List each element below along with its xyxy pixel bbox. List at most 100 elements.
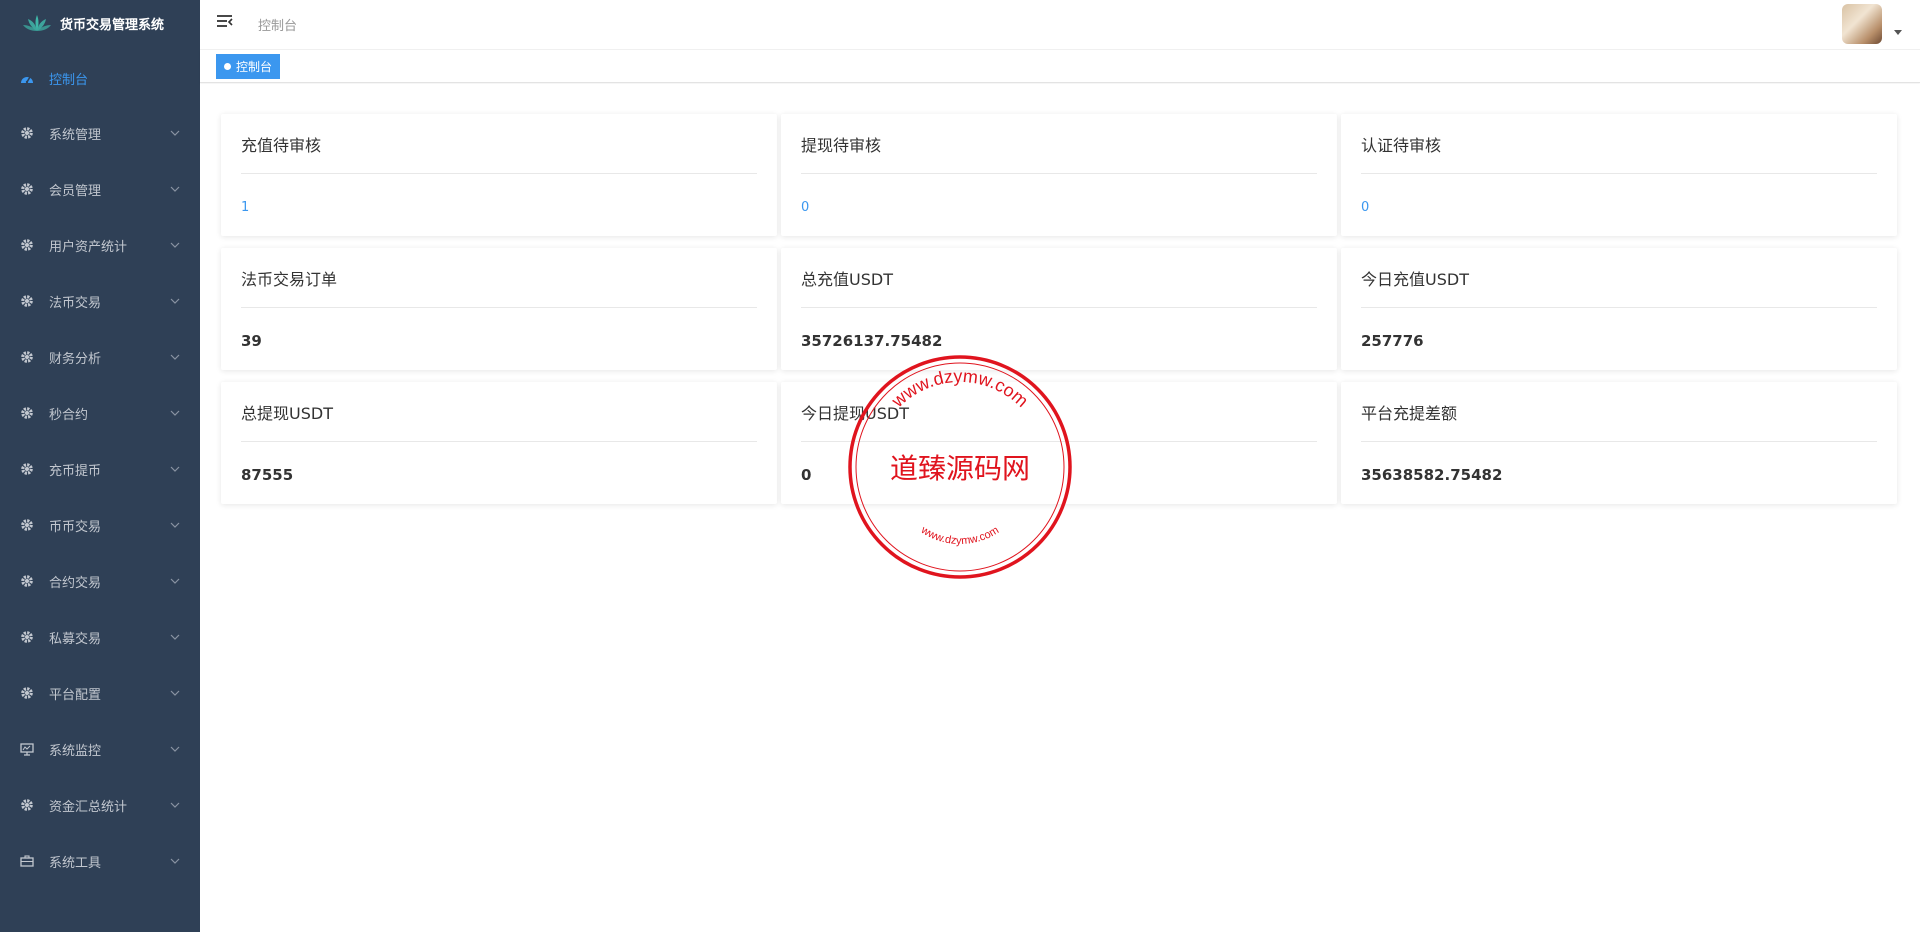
card-value: 35638582.75482 (1361, 466, 1503, 484)
card-value: 0 (801, 466, 812, 484)
stat-card: 今日充值USDT 257776 (1341, 248, 1897, 370)
card-value: 257776 (1361, 332, 1424, 350)
gear-icon (19, 461, 35, 477)
menu-toggle-icon[interactable] (216, 14, 234, 30)
sidebar-item-label: 合约交易 (49, 575, 102, 591)
dashboard-icon (19, 70, 35, 86)
card-title: 总充值USDT (801, 270, 893, 289)
sidebar-item-system-monitor[interactable]: 系统监控 (0, 729, 200, 769)
sidebar-item-platform-config[interactable]: 平台配置 (0, 673, 200, 713)
sidebar-item-label: 用户资产统计 (49, 239, 128, 255)
sidebar-item-dashboard[interactable]: 控制台 (0, 58, 200, 98)
card-value: 39 (241, 332, 262, 350)
lotus-logo-icon (23, 15, 51, 31)
gear-icon (19, 293, 35, 309)
sidebar-item-label: 秒合约 (49, 407, 89, 423)
sidebar-item-label: 控制台 (49, 72, 89, 88)
sidebar-item-system-tools[interactable]: 系统工具 (0, 841, 200, 881)
chevron-down-icon (168, 518, 182, 532)
card-title: 今日充值USDT (1361, 270, 1469, 289)
divider (1361, 307, 1877, 308)
stat-card: 今日提现USDT 0 (781, 382, 1337, 504)
gear-icon (19, 237, 35, 253)
brand[interactable]: 货币交易管理系统 (0, 0, 200, 46)
tab-strip: 控制台 (200, 50, 1920, 83)
gear-icon (19, 125, 35, 141)
tab-label: 控制台 (236, 60, 273, 74)
chevron-down-icon (168, 294, 182, 308)
chevron-down-icon (168, 350, 182, 364)
sidebar-item-private-placement[interactable]: 私募交易 (0, 617, 200, 657)
divider (801, 307, 1317, 308)
gear-icon (19, 405, 35, 421)
stat-card: 法币交易订单 39 (221, 248, 777, 370)
sidebar-item-label: 系统监控 (49, 743, 102, 759)
sidebar-item-member-management[interactable]: 会员管理 (0, 169, 200, 209)
stat-card: 提现待审核 0 (781, 114, 1337, 236)
divider (801, 441, 1317, 442)
chevron-down-icon (168, 574, 182, 588)
card-value[interactable]: 0 (801, 200, 809, 215)
card-title: 充值待审核 (241, 136, 322, 155)
toolbox-icon (19, 853, 35, 869)
chevron-down-icon (168, 798, 182, 812)
sidebar-item-label: 平台配置 (49, 687, 102, 703)
sidebar-item-fiat-trade[interactable]: 法币交易 (0, 281, 200, 321)
sidebar-item-fund-summary[interactable]: 资金汇总统计 (0, 785, 200, 825)
card-title: 平台充提差额 (1361, 404, 1458, 423)
sidebar-item-user-assets[interactable]: 用户资产统计 (0, 225, 200, 265)
stat-card: 平台充提差额 35638582.75482 (1341, 382, 1897, 504)
gear-icon (19, 685, 35, 701)
chevron-down-icon (168, 238, 182, 252)
chevron-down-icon (168, 686, 182, 700)
sidebar: 货币交易管理系统 控制台 系统管理 会员管理 用户资产统计 法币交易 财务分析 … (0, 0, 200, 932)
divider (241, 173, 757, 174)
card-value[interactable]: 0 (1361, 200, 1369, 215)
gear-icon (19, 573, 35, 589)
chevron-down-icon (168, 182, 182, 196)
card-title: 总提现USDT (241, 404, 333, 423)
sidebar-item-label: 系统管理 (49, 127, 102, 143)
card-value: 35726137.75482 (801, 332, 943, 350)
card-title: 法币交易订单 (241, 270, 338, 289)
sidebar-item-label: 系统工具 (49, 855, 102, 871)
avatar[interactable] (1842, 4, 1882, 44)
gear-icon (19, 349, 35, 365)
sidebar-item-second-contract[interactable]: 秒合约 (0, 393, 200, 433)
dot-icon (224, 63, 231, 70)
chevron-down-icon (168, 854, 182, 868)
sidebar-item-label: 私募交易 (49, 631, 102, 647)
sidebar-item-label: 会员管理 (49, 183, 102, 199)
card-title: 今日提现USDT (801, 404, 909, 423)
gear-icon (19, 797, 35, 813)
divider (1361, 173, 1877, 174)
sidebar-item-contract-trade[interactable]: 合约交易 (0, 561, 200, 601)
divider (1361, 441, 1877, 442)
card-value[interactable]: 1 (241, 200, 249, 215)
card-title: 认证待审核 (1361, 136, 1442, 155)
stat-card: 认证待审核 0 (1341, 114, 1897, 236)
gear-icon (19, 517, 35, 533)
sidebar-item-finance-analysis[interactable]: 财务分析 (0, 337, 200, 377)
divider (241, 441, 757, 442)
caret-down-icon[interactable] (1894, 30, 1902, 35)
sidebar-item-coin-trade[interactable]: 币币交易 (0, 505, 200, 545)
chevron-down-icon (168, 630, 182, 644)
stat-card: 总提现USDT 87555 (221, 382, 777, 504)
stat-card: 充值待审核 1 (221, 114, 777, 236)
divider (801, 173, 1317, 174)
page-title: 控制台 (258, 19, 298, 34)
divider (241, 307, 757, 308)
tab-dashboard[interactable]: 控制台 (216, 54, 281, 79)
chevron-down-icon (168, 462, 182, 476)
sidebar-item-system-management[interactable]: 系统管理 (0, 113, 200, 153)
chevron-down-icon (168, 126, 182, 140)
chevron-down-icon (168, 406, 182, 420)
stat-card: 总充值USDT 35726137.75482 (781, 248, 1337, 370)
main-content: 充值待审核 1 提现待审核 0 认证待审核 0 法币交易订单 39 总充值USD… (200, 84, 1920, 932)
monitor-icon (19, 741, 35, 757)
sidebar-item-deposit-withdraw[interactable]: 充币提币 (0, 449, 200, 489)
sidebar-item-label: 财务分析 (49, 351, 102, 367)
sidebar-item-label: 充币提币 (49, 463, 102, 479)
sidebar-item-label: 法币交易 (49, 295, 102, 311)
